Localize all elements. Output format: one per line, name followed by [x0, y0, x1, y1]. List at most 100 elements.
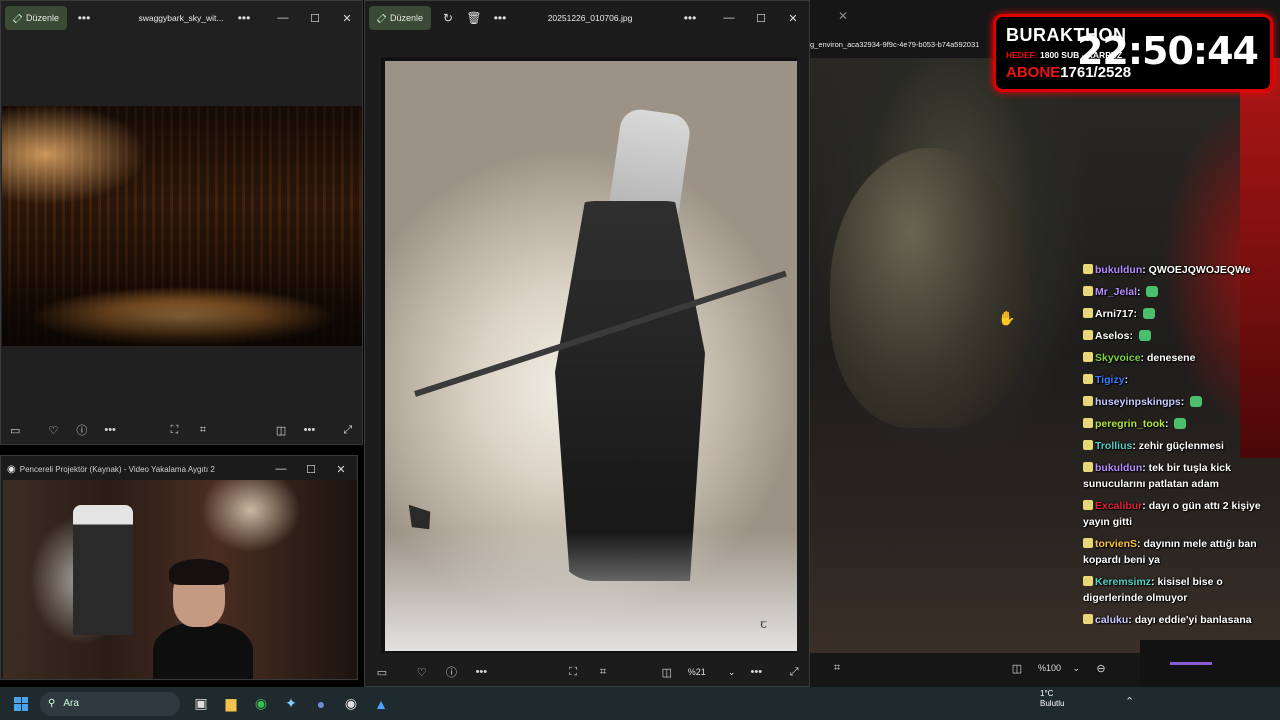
weather-widget[interactable]: 1°C Bulutlu [1020, 689, 1064, 709]
search-box[interactable]: ⚲ Ara [40, 691, 180, 716]
delete-icon[interactable]: 🗑 [461, 6, 487, 30]
close-icon[interactable]: ✕ [830, 4, 856, 28]
chat-username: Trollius [1095, 440, 1133, 452]
more-icon[interactable]: ••• [96, 416, 124, 444]
obs-icon[interactable]: ◉ [336, 689, 366, 719]
chat-overlay: bukuldun: QWOEJQWOJEQWe Mr_Jelal: Arni717… [1083, 262, 1273, 634]
colon: : [1137, 286, 1144, 298]
fit-icon[interactable]: ◫ [1002, 654, 1032, 682]
discord-icon[interactable]: ● [306, 689, 336, 719]
titlebar: Düzenle ••• swaggybark_sky_wit... ••• — … [1, 1, 362, 35]
folder-icon[interactable]: ▆ [216, 689, 246, 719]
chat-username: Skyvoice [1095, 352, 1141, 364]
knight-painting: ꞇ [385, 61, 797, 651]
chat-message: huseyinpskingps: [1083, 394, 1273, 410]
titlebar: ◉ Pencereli Projektör (Kaynak) - Video Y… [1, 456, 357, 482]
streamer [153, 559, 253, 679]
more-icon[interactable]: ••• [295, 416, 323, 444]
badge-icon [1083, 264, 1093, 274]
badge-icon [1083, 352, 1093, 362]
window-controls: — ☐ ✕ [267, 456, 355, 482]
task-view-icon[interactable]: ▣ [186, 689, 216, 719]
badge-icon [1083, 538, 1093, 548]
info-icon[interactable]: ⓘ [68, 416, 96, 444]
emote-icon [1138, 330, 1151, 341]
fit-icon[interactable]: ◫ [267, 416, 295, 444]
favorite-icon[interactable]: ♡ [407, 658, 437, 686]
fullscreen-icon[interactable]: ⤢ [779, 658, 809, 686]
window-controls: — ☐ ✕ [267, 1, 362, 35]
scan-icon[interactable]: ⌗ [189, 416, 217, 444]
file-path: g_environ_aca32934-9f9c-4e79-b053-b74a59… [810, 40, 980, 49]
badge-icon [1083, 614, 1093, 624]
minimize-icon[interactable]: — [713, 1, 745, 35]
more-icon[interactable]: ••• [466, 658, 496, 686]
crop-icon[interactable]: ⛶ [558, 658, 588, 686]
chat-text: zehir güçlenmesi [1138, 440, 1224, 452]
close-icon[interactable]: ✕ [327, 456, 355, 482]
scan-icon[interactable]: ⌗ [822, 654, 852, 682]
chat-message: Tigizy: [1083, 372, 1273, 388]
chat-message: Keremsimz: kisisel bise o digerlerinde o… [1083, 574, 1273, 606]
chat-message: Aselos: [1083, 328, 1273, 344]
edit-button[interactable]: Düzenle [369, 6, 432, 30]
app-icon[interactable]: ✦ [276, 689, 306, 719]
projector-window: ◉ Pencereli Projektör (Kaynak) - Video Y… [0, 455, 358, 680]
more-icon[interactable]: ••• [231, 6, 257, 30]
badge-icon [1083, 576, 1093, 586]
info-icon[interactable]: ⓘ [437, 658, 467, 686]
chevron-up-icon[interactable]: ⌃ [1125, 695, 1134, 708]
more-icon[interactable]: ••• [677, 6, 703, 30]
maximize-icon[interactable]: ☐ [295, 456, 327, 482]
chevron-down-icon: ⌄ [1072, 662, 1080, 673]
zoom-level[interactable]: %21 ⌄ [682, 667, 742, 678]
photo-toolbar: ▭ ♡ ⓘ ••• ⛶ ⌗ ◫ %21 ⌄ ••• ⤢ [365, 657, 809, 686]
edit-button[interactable]: Düzenle [5, 6, 68, 30]
fit-icon[interactable]: ◫ [652, 658, 682, 686]
chat-username: huseyinpskingps [1095, 396, 1181, 408]
badge-icon [1083, 418, 1093, 428]
close-icon[interactable]: ✕ [777, 1, 809, 35]
zoom-out-icon[interactable]: ⊖ [1086, 654, 1116, 682]
chat-message: torvienS: dayının mele attığı ban kopard… [1083, 536, 1273, 568]
window-title: 20251226_010706.jpg [547, 13, 633, 23]
image-canvas: ꞇ [381, 57, 797, 653]
chat-username: Arni717 [1095, 308, 1134, 320]
colon: : [1124, 374, 1129, 386]
rotate-icon[interactable]: ↻ [435, 6, 461, 30]
chat-message: peregrin_took: [1083, 416, 1273, 432]
filmstrip-icon[interactable]: ▭ [1, 416, 29, 444]
chat-username: peregrin_took [1095, 418, 1166, 430]
photos-icon[interactable]: ▲ [366, 689, 396, 719]
purple-indicator [1170, 662, 1212, 665]
chat-text: denesene [1146, 352, 1196, 364]
badge-icon [1083, 308, 1093, 318]
fullscreen-icon[interactable]: ⤢ [334, 416, 362, 444]
webcam-feed [3, 480, 357, 679]
photos-window-1: Düzenle ••• swaggybark_sky_wit... ••• — … [0, 0, 363, 445]
badge-icon [1083, 500, 1093, 510]
crop-icon[interactable]: ⛶ [160, 416, 188, 444]
emote-icon [1174, 418, 1187, 429]
colon: : [1129, 330, 1136, 342]
colon: : [1133, 308, 1140, 320]
maximize-icon[interactable]: ☐ [745, 1, 777, 35]
more-icon[interactable]: ••• [741, 658, 771, 686]
close-icon[interactable]: ✕ [331, 1, 362, 35]
more-icon[interactable]: ••• [71, 6, 97, 30]
minimize-icon[interactable]: — [267, 1, 299, 35]
zoom-level[interactable]: %100 ⌄ [1032, 663, 1086, 674]
maximize-icon[interactable]: ☐ [299, 1, 331, 35]
emote-icon [1190, 396, 1203, 407]
filmstrip-icon[interactable]: ▭ [367, 658, 397, 686]
favorite-icon[interactable]: ♡ [39, 416, 67, 444]
titlebar: Düzenle ↻ 🗑 ••• 20251226_010706.jpg ••• … [365, 1, 809, 35]
badge-icon [1083, 396, 1093, 406]
scan-icon[interactable]: ⌗ [588, 658, 618, 686]
windows-start-icon[interactable] [14, 696, 28, 711]
chrome-icon[interactable]: ◉ [246, 689, 276, 719]
minimize-icon[interactable]: — [267, 456, 295, 482]
badge-icon [1083, 440, 1093, 450]
chat-username: bukuldun [1095, 264, 1143, 276]
more-icon[interactable]: ••• [487, 6, 513, 30]
